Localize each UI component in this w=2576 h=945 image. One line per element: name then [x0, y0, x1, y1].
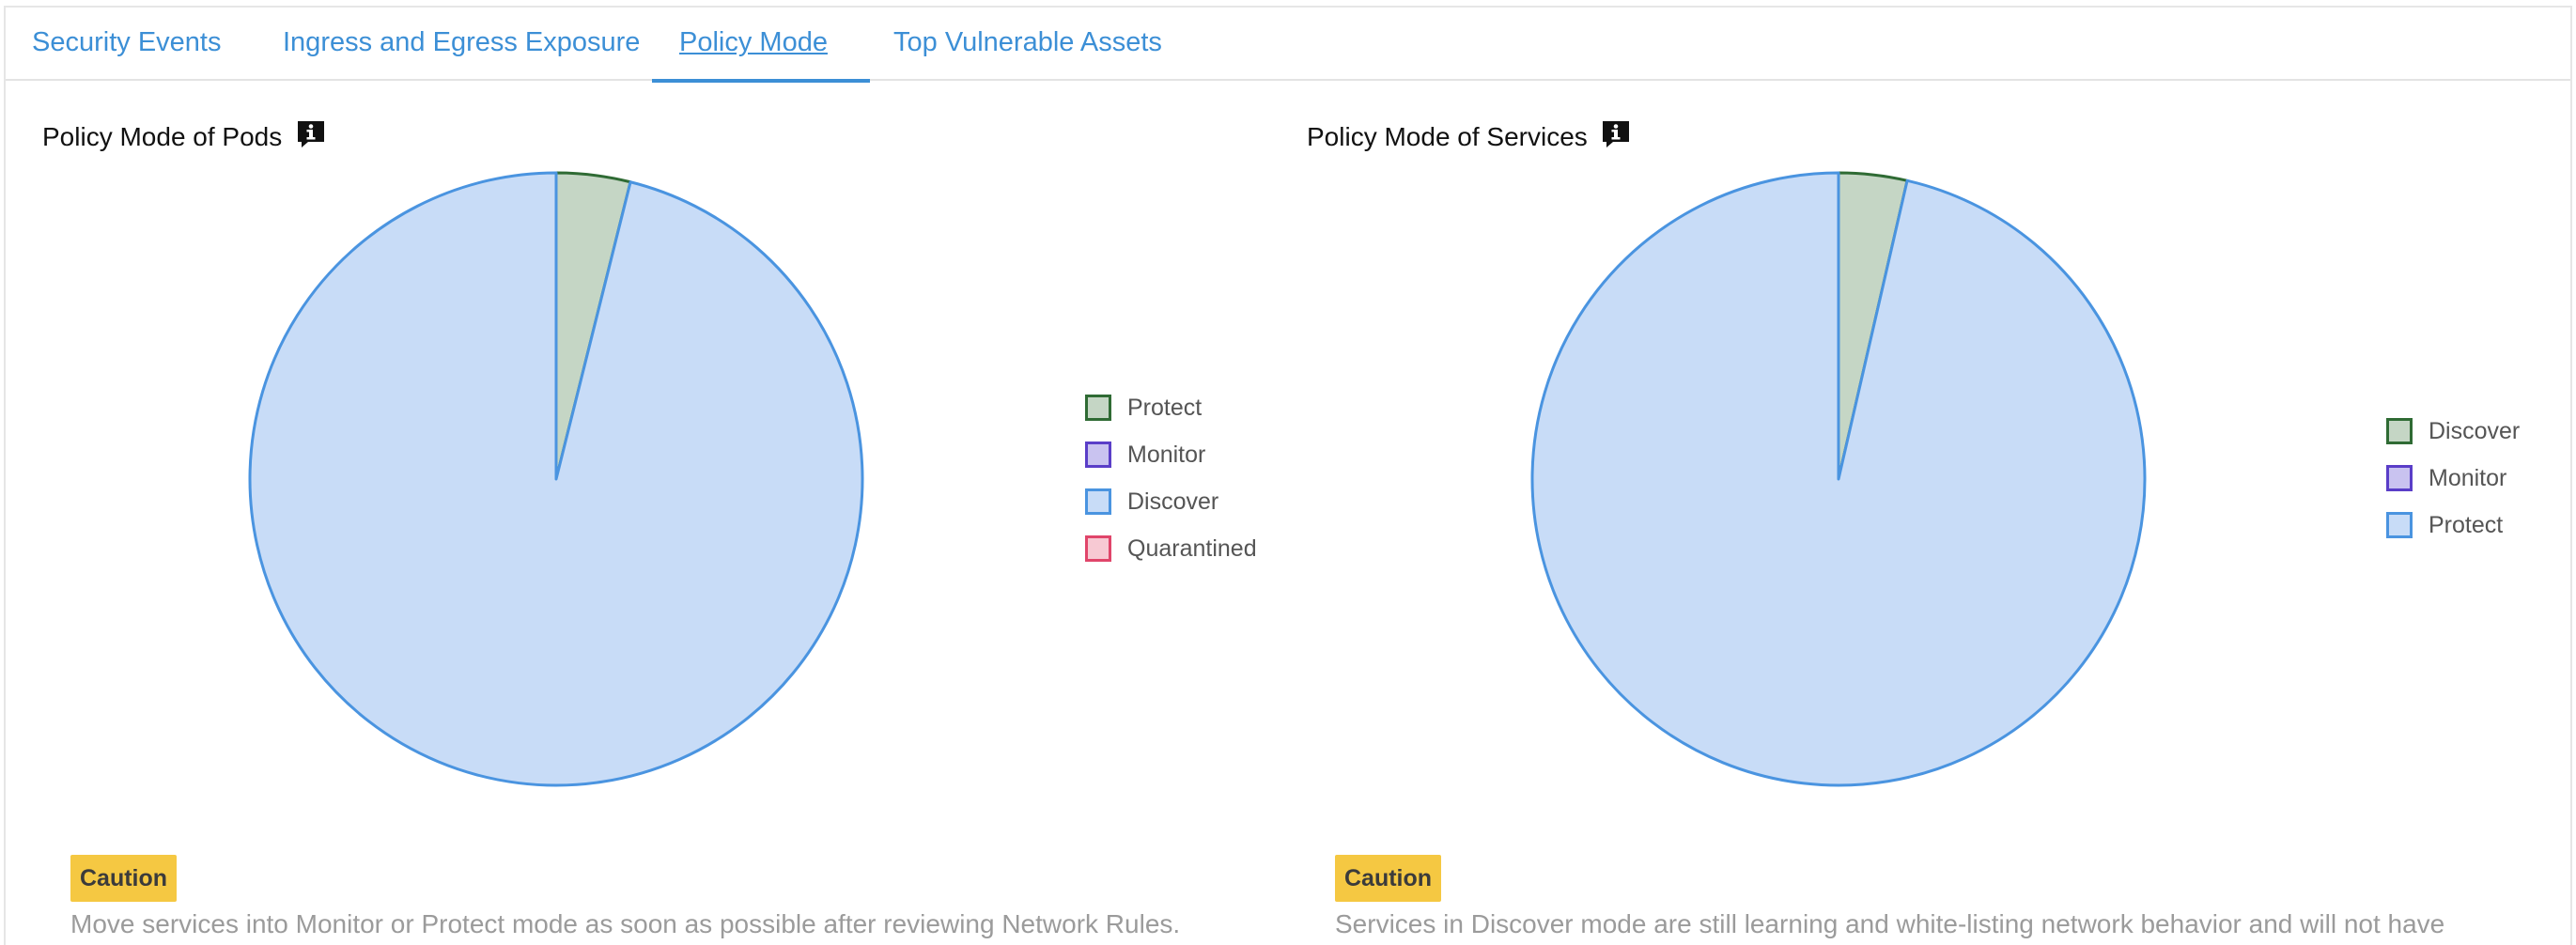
legend-label: Protect	[1127, 395, 1203, 421]
active-tab-indicator	[652, 79, 870, 83]
tab-policy-mode[interactable]: Policy Mode	[679, 8, 828, 79]
legend-label: Quarantined	[1127, 535, 1257, 562]
pods-pie-chart	[248, 171, 864, 787]
legend-label: Monitor	[2429, 465, 2507, 491]
legend-label: Protect	[2429, 512, 2504, 538]
caution-message: Services in Discover mode are still lear…	[1335, 909, 2445, 938]
caution-message: Move services into Monitor or Protect mo…	[70, 909, 1181, 938]
pie-slice-discover[interactable]	[248, 171, 864, 787]
legend-swatch-quarantined	[1085, 535, 1111, 562]
legend-swatch-discover	[1085, 488, 1111, 515]
services-pie-chart	[1530, 171, 2147, 787]
info-icon[interactable]	[295, 118, 327, 150]
info-icon[interactable]	[1600, 118, 1632, 150]
legend-label: Discover	[1127, 488, 1219, 515]
tab-bar: Security Events Ingress and Egress Expos…	[6, 8, 2570, 83]
caution-badge: Caution	[70, 855, 178, 902]
legend-label: Monitor	[1127, 442, 1206, 468]
legend-label: Discover	[2429, 418, 2521, 444]
legend-swatch-protect	[2386, 512, 2413, 538]
pie-slice-protect[interactable]	[1530, 171, 2147, 787]
legend-swatch-monitor	[2386, 465, 2413, 491]
pods-chart-title: Policy Mode of Pods	[42, 122, 283, 151]
tab-security-events[interactable]: Security Events	[32, 8, 221, 79]
services-chart-title: Policy Mode of Services	[1307, 122, 1588, 151]
tab-top-vulnerable-assets[interactable]: Top Vulnerable Assets	[893, 8, 1162, 79]
legend-swatch-monitor	[1085, 442, 1111, 468]
legend-swatch-protect	[1085, 395, 1111, 421]
legend-swatch-discover	[2386, 418, 2413, 444]
tab-ingress-egress-exposure[interactable]: Ingress and Egress Exposure	[283, 8, 640, 79]
caution-badge: Caution	[1335, 855, 1442, 902]
